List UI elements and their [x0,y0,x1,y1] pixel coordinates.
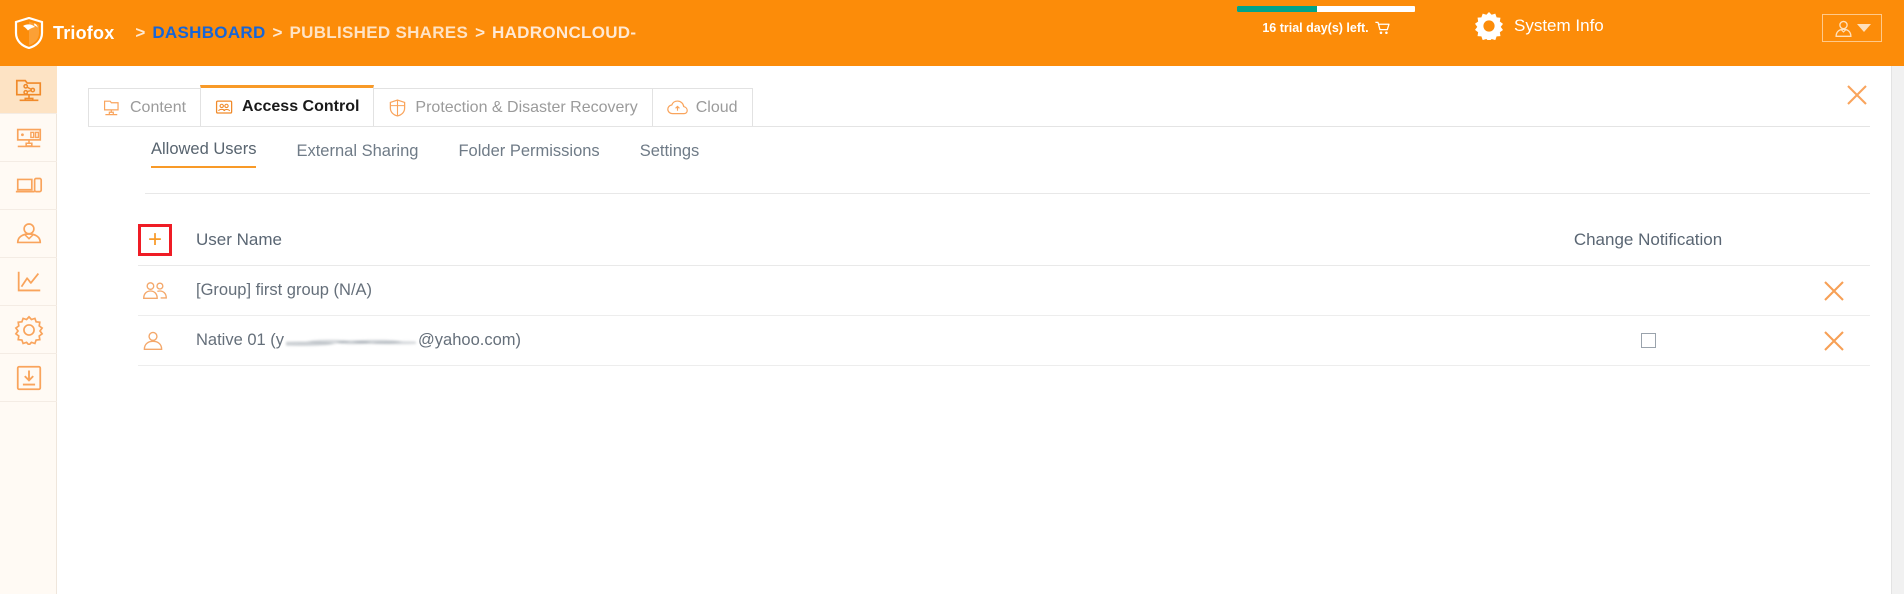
sidebar-item-users[interactable] [0,210,57,258]
close-icon[interactable] [1846,84,1868,106]
devices-icon [15,177,42,192]
tab-cloud[interactable]: Cloud [651,88,753,126]
system-info-button[interactable]: System Info [1475,12,1604,40]
breadcrumb-item-current: HADRONCLOUD- [492,23,637,42]
sidebar-item-downloads[interactable] [0,354,57,402]
breadcrumb-item-dashboard[interactable]: DASHBOARD [152,23,265,43]
breadcrumb: > DASHBOARD > PUBLISHED SHARES > HADRONC… [128,23,636,43]
trial-progress-fill [1237,6,1318,12]
user-menu-button[interactable] [1822,14,1882,42]
table-row[interactable]: [Group] first group (N/A) [138,266,1870,316]
vertical-scrollbar[interactable] [1891,66,1904,594]
gear-icon [1475,12,1503,40]
user-profile-icon [16,222,41,243]
brand[interactable]: Triofox [14,17,114,49]
server-icon [16,128,41,147]
shield-icon [390,98,406,117]
row-user-name: [Group] first group (N/A) [190,281,1498,300]
shopping-cart-icon[interactable] [1375,21,1390,35]
column-header-user-name: User Name [196,229,282,249]
row-actions [1798,330,1870,352]
breadcrumb-item-published-shares[interactable]: PUBLISHED SHARES [289,23,468,43]
subnav-allowed-users[interactable]: Allowed Users [151,140,257,168]
sidebar-item-settings[interactable] [0,306,57,354]
table-row[interactable]: Native 01 (y @yahoo.com) [138,316,1870,366]
column-header-change-notification: Change Notification [1573,229,1723,249]
tab-access-control[interactable]: Access Control [200,85,375,126]
user-icon [143,331,163,350]
table-header-row: + User Name Change Notification [138,214,1870,266]
trial-status: 16 trial day(s) left. [1228,6,1424,35]
redacted-email-segment [286,335,417,350]
add-user-button[interactable]: + [138,223,172,256]
breadcrumb-separator: > [135,23,146,42]
brand-name: Triofox [53,22,115,43]
tab-bar: Content Access Control Protection & Disa… [88,78,1904,126]
row-actions [1798,280,1870,302]
sidebar-item-shared-folder[interactable] [0,66,57,114]
row-user-name-suffix: @yahoo.com) [418,331,522,349]
system-info-label: System Info [1514,16,1604,35]
close-icon[interactable] [1823,280,1845,302]
close-icon[interactable] [1823,330,1845,352]
change-notification-checkbox[interactable] [1640,333,1656,348]
tab-protection-disaster-recovery[interactable]: Protection & Disaster Recovery [373,88,653,126]
subnav-folder-permissions[interactable]: Folder Permissions [458,142,599,168]
row-user-name-prefix: Native 01 (y [196,331,285,349]
add-user-cell: + [138,223,190,256]
plus-icon: + [147,225,162,253]
row-user-name-text: [Group] first group (N/A) [196,281,373,299]
chart-line-icon [17,271,40,291]
tab-underline [88,126,1870,127]
allowed-users-table: + User Name Change Notification [Group] … [138,214,1870,366]
tab-label: Cloud [695,98,738,116]
user-icon [1834,20,1852,37]
row-icon-cell [138,281,190,301]
tab-label: Content [130,98,187,116]
top-header-bar: Triofox > DASHBOARD > PUBLISHED SHARES >… [0,0,1904,66]
subnav-settings[interactable]: Settings [640,142,700,168]
trial-text-row: 16 trial day(s) left. [1228,21,1424,35]
sidebar-item-server[interactable] [0,114,57,162]
download-box-icon [16,365,41,390]
shield-logo-icon [14,17,44,49]
chevron-down-icon [1856,24,1871,32]
row-icon-cell [138,330,190,352]
row-user-name: Native 01 (y @yahoo.com) [190,331,1498,350]
breadcrumb-separator: > [475,23,486,42]
trial-days-label: 16 trial day(s) left. [1262,21,1369,35]
subnav-divider [145,193,1870,194]
subnav-external-sharing[interactable]: External Sharing [296,142,418,168]
tab-label: Access Control [242,98,360,115]
sidebar-item-reports[interactable] [0,258,57,306]
tab-content[interactable]: Content [88,88,202,126]
sub-navigation: Allowed Users External Sharing Folder Pe… [151,140,699,168]
content-folder-icon [103,100,119,116]
shared-folder-icon [15,79,41,101]
cloud-icon [666,99,688,114]
breadcrumb-separator: > [272,23,283,42]
left-sidebar [0,66,57,594]
gear-icon [14,315,43,345]
trial-progress-bar [1237,6,1415,12]
tab-label: Protection & Disaster Recovery [415,98,638,116]
access-control-icon [215,100,233,114]
main-panel: Content Access Control Protection & Disa… [57,66,1904,594]
sidebar-item-devices[interactable] [0,162,57,210]
row-change-notification [1498,333,1798,348]
group-icon [143,281,167,299]
